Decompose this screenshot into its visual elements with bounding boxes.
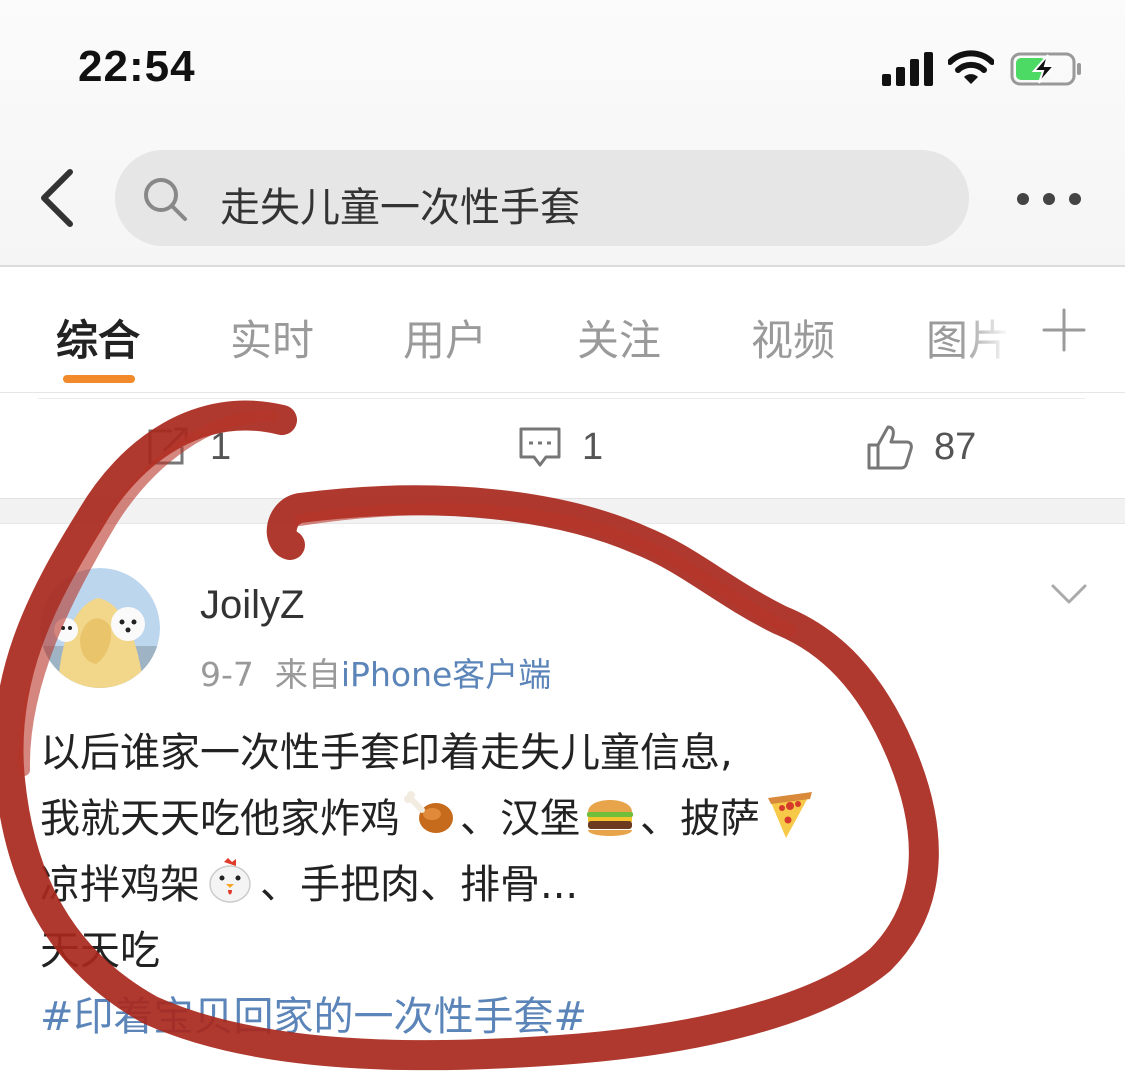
signal-icon — [882, 52, 933, 86]
post-text: 、手把肉、排骨... — [260, 862, 579, 908]
tab-fade — [960, 267, 1010, 377]
chicken-leg-icon — [404, 791, 453, 833]
more-dots-icon[interactable] — [1014, 190, 1084, 208]
post-text: 凉拌鸡架 — [40, 862, 200, 908]
post-text: 我就天天吃他家炸鸡 — [40, 796, 400, 842]
post-text: 、汉堡 — [460, 796, 580, 842]
like-button[interactable]: 87 — [866, 422, 976, 472]
tab-all[interactable]: 综合 — [56, 307, 140, 368]
feed-separator — [0, 498, 1125, 524]
previous-post-actions: 1 1 87 — [0, 400, 1125, 498]
post-divider — [38, 398, 1086, 399]
battery-charging-icon — [1010, 52, 1081, 86]
post-line: 天天吃 — [40, 928, 160, 974]
repost-count: 1 — [210, 425, 232, 468]
tab-divider — [0, 392, 1125, 393]
thumbs-up-icon — [867, 425, 913, 470]
post-line: 我就天天吃他家炸鸡 、汉堡 、披萨 — [40, 786, 1100, 852]
post-body: 以后谁家一次性手套印着走失儿童信息, 我就天天吃他家炸鸡 、汉堡 、披萨 凉拌鸡… — [40, 720, 1100, 1050]
chicken-icon — [209, 858, 251, 903]
tab-videos[interactable]: 视频 — [751, 307, 835, 368]
comment-icon — [519, 427, 561, 467]
repost-button[interactable]: 1 — [146, 422, 231, 472]
wifi-icon — [948, 50, 994, 84]
post-text: 、披萨 — [640, 796, 760, 842]
like-count: 87 — [934, 425, 977, 468]
post-date: 9-7 — [200, 655, 254, 694]
search-icon — [144, 178, 187, 221]
post-meta: 9-7 来自iPhone客户端 — [200, 648, 551, 696]
post-source[interactable]: iPhone客户端 — [341, 655, 551, 694]
tab-users[interactable]: 用户 — [403, 307, 487, 368]
back-button[interactable] — [34, 166, 82, 230]
burger-icon — [587, 800, 633, 836]
tab-bar: 综合 实时 用户 关注 视频 图片 — [0, 267, 1125, 391]
tab-following[interactable]: 关注 — [577, 307, 661, 368]
comment-count: 1 — [582, 425, 604, 468]
repost-icon — [148, 427, 188, 465]
pizza-icon — [768, 792, 812, 838]
plus-icon[interactable] — [1040, 306, 1088, 354]
post-username[interactable]: JoilyZ — [200, 583, 304, 628]
tab-realtime[interactable]: 实时 — [230, 307, 314, 368]
search-query[interactable]: 走失儿童一次性手套 — [220, 175, 580, 233]
avatar[interactable] — [40, 568, 160, 688]
post-line: 以后谁家一次性手套印着走失儿童信息, — [40, 730, 733, 776]
tab-active-indicator — [63, 375, 135, 383]
status-time: 22:54 — [78, 42, 196, 91]
post-line: 凉拌鸡架 、手把肉、排骨... — [40, 852, 1100, 918]
post-hashtag[interactable]: #印着宝贝回家的一次性手套# — [40, 984, 1100, 1050]
chevron-down-icon[interactable] — [1050, 582, 1088, 606]
comment-button[interactable]: 1 — [518, 422, 603, 472]
post-source-prefix: 来自 — [274, 655, 341, 694]
